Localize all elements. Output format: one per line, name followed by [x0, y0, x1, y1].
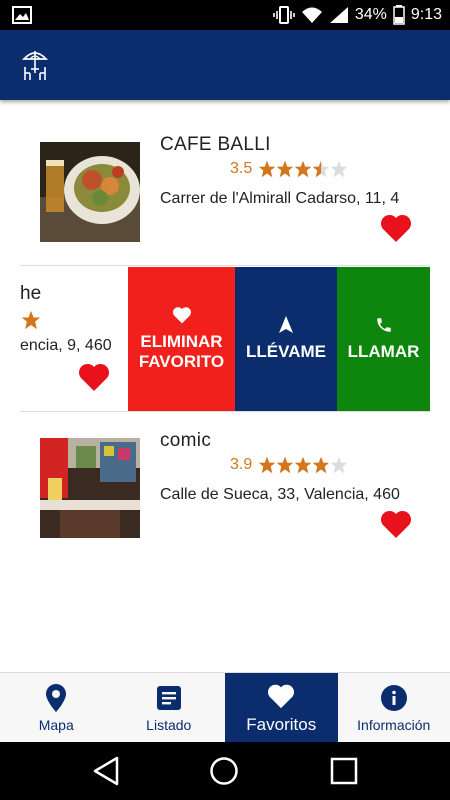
place-photo: [40, 142, 140, 242]
rating: 3.9: [230, 456, 348, 474]
place-address: encia, 9, 460: [20, 337, 112, 354]
remove-favorite-button[interactable]: ELIMINAR FAVORITO: [128, 267, 235, 411]
place-name: comic: [160, 430, 212, 451]
navigate-button[interactable]: LLÉVAME: [235, 267, 337, 411]
heart-icon: [268, 684, 295, 708]
favorites-list: CAFE BALLI 3.5 Carrer de l'Almirall Cada…: [0, 100, 450, 670]
place-photo: [40, 438, 140, 538]
place-address: Calle de Sueca, 33, Valencia, 460: [160, 486, 400, 503]
call-label: LLAMAR: [347, 342, 420, 362]
back-icon[interactable]: [92, 756, 120, 786]
remove-favorite-label-line2: FAVORITO: [138, 352, 225, 371]
recents-icon[interactable]: [330, 756, 358, 786]
image-notification-icon: [12, 6, 32, 24]
rating-value: 3.5: [230, 160, 253, 177]
star-icon: [313, 456, 330, 474]
star-icon: [331, 456, 348, 474]
vibrate-icon: [273, 6, 295, 24]
battery-percent: 34%: [354, 6, 387, 23]
star-icon: [295, 160, 312, 178]
star-rating: [258, 160, 348, 178]
navigate-label: LLÉVAME: [246, 342, 326, 362]
divider: [20, 411, 430, 412]
favorite-heart-icon[interactable]: [380, 213, 412, 243]
favorite-heart-icon[interactable]: [78, 362, 110, 392]
terrace-logo-icon[interactable]: [22, 47, 48, 81]
star-icon: [259, 160, 276, 178]
nav-mapa[interactable]: Mapa: [0, 673, 113, 742]
bottom-navigation: Mapa Listado Favoritos Información: [0, 672, 450, 742]
app-bar: [0, 30, 450, 100]
star-icon: [277, 160, 294, 178]
swipe-actions: ELIMINAR FAVORITO LLÉVAME LLAMAR: [128, 267, 430, 411]
place-name: CAFE BALLI: [160, 134, 271, 155]
nav-listado[interactable]: Listado: [113, 673, 226, 742]
system-navigation-bar: [0, 742, 450, 800]
rating-value: 3.9: [230, 456, 253, 473]
star-icon: [21, 310, 41, 330]
status-bar: 34% 9:13: [0, 0, 450, 30]
star-rating: [258, 456, 348, 474]
place-address: Carrer de l'Almirall Cadarso, 11, 4: [160, 190, 400, 207]
favorite-heart-icon[interactable]: [380, 509, 412, 539]
star-icon: [277, 456, 294, 474]
list-icon: [156, 685, 181, 710]
navigation-arrow-icon: [279, 316, 293, 334]
signal-icon: [329, 7, 348, 23]
nav-label: Listado: [146, 716, 192, 733]
rating: 3.5: [230, 160, 348, 178]
clock: 9:13: [410, 6, 442, 23]
heart-icon: [172, 307, 191, 324]
divider: [20, 265, 430, 266]
star-icon: [259, 456, 276, 474]
list-item[interactable]: CAFE BALLI 3.5 Carrer de l'Almirall Cada…: [0, 120, 450, 265]
star-icon: [295, 456, 312, 474]
phone-icon: [376, 318, 391, 332]
map-pin-icon: [46, 683, 67, 712]
list-item[interactable]: comic 3.9 Calle de Sueca, 33, Valencia, …: [0, 416, 450, 561]
nav-label: Favoritos: [246, 714, 317, 734]
battery-icon: [393, 5, 405, 25]
call-button[interactable]: LLAMAR: [337, 267, 430, 411]
star-icon: [331, 160, 348, 178]
nav-label: Mapa: [38, 716, 74, 733]
nav-favoritos[interactable]: Favoritos: [225, 673, 338, 742]
wifi-icon: [301, 7, 322, 23]
remove-favorite-label-line1: ELIMINAR: [140, 332, 223, 352]
star-icon: [313, 160, 330, 178]
nav-label: Información: [357, 716, 431, 733]
info-icon: [380, 684, 407, 711]
nav-informacion[interactable]: Información: [338, 673, 450, 742]
home-icon[interactable]: [209, 756, 239, 786]
place-name: he: [20, 283, 42, 304]
